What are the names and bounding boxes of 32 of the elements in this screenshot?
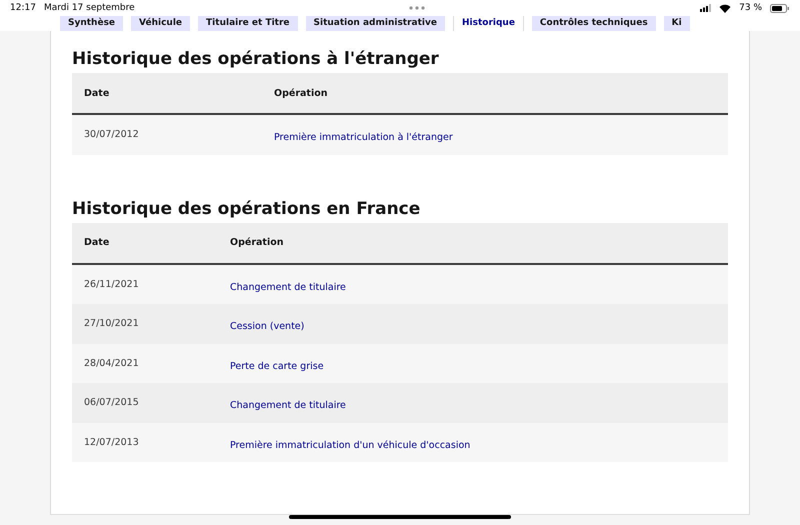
date-text: Mardi 17 septembre xyxy=(44,3,135,13)
battery-icon xyxy=(770,4,790,12)
wifi-icon xyxy=(719,4,732,12)
section-title: Historique des opérations à l'étranger xyxy=(72,49,440,69)
column-header: Opération xyxy=(274,88,329,98)
column-header: Date xyxy=(84,237,110,248)
operation-link[interactable]: Perte de carte grise xyxy=(230,360,324,372)
date-cell-text: 26/11/2021 xyxy=(84,278,140,290)
date-cell-text: 12/07/2013 xyxy=(84,436,140,448)
more-icon xyxy=(409,6,426,10)
signal-icon xyxy=(700,4,712,12)
tab[interactable]: Titulaire et Titre xyxy=(198,16,298,31)
operation-link[interactable]: Première immatriculation à l'étranger xyxy=(274,132,453,144)
operation-link[interactable]: Changement de titulaire xyxy=(230,282,346,293)
date-cell-text: 06/07/2015 xyxy=(84,397,140,408)
tab[interactable]: Contrôles techniques xyxy=(532,16,656,31)
operation-link[interactable]: Première immatriculation d'un véhicule d'occasion xyxy=(230,440,470,451)
battery-percent: 73 % xyxy=(739,3,762,13)
clock-time: 12:17 xyxy=(10,3,36,13)
tab[interactable]: Véhicule xyxy=(131,16,190,31)
tab[interactable]: Historique xyxy=(452,16,524,31)
column-header: Opération xyxy=(230,237,285,248)
operation-link[interactable]: Cession (vente) xyxy=(230,321,304,332)
section-title: Historique des opérations en France xyxy=(72,198,422,218)
operation-link[interactable]: Changement de titulaire xyxy=(230,400,346,412)
tab[interactable]: Ki xyxy=(664,16,690,31)
date-cell-text: 27/10/2021 xyxy=(84,318,140,330)
tab[interactable]: Situation administrative xyxy=(306,16,445,31)
date-cell-text: 30/07/2012 xyxy=(84,129,140,140)
tab[interactable]: Synthèse xyxy=(60,16,124,31)
column-header: Date xyxy=(84,88,110,98)
date-cell-text: 28/04/2021 xyxy=(84,358,140,369)
